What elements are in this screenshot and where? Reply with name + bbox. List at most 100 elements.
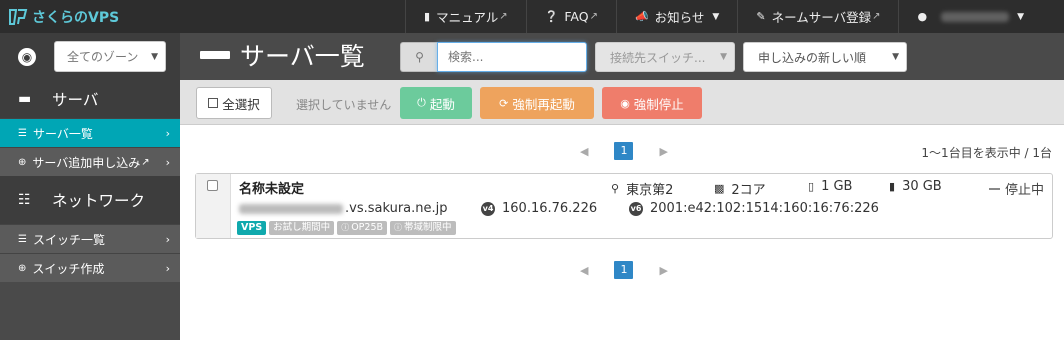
ipv4-badge: v4 (481, 201, 495, 216)
sidebar-section-network[interactable]: ☷ ネットワーク (0, 176, 180, 224)
sidebar: ◉ 全てのゾーン ▼ ▬ サーバ ☰ サーバ一覧 › ⊕ サーバ追加申し込み ↗ › … (0, 33, 180, 340)
server-name[interactable]: 名称未設定 (239, 178, 304, 197)
page-title-text: サーバ一覧 (240, 42, 365, 71)
nav-nameserver[interactable]: ✎ ネームサーバ登録 ↗ (737, 0, 898, 33)
server-storage-value: 30 GB (902, 179, 942, 194)
sidebar-item-label: サーバ一覧 (32, 126, 93, 141)
edit-icon: ✎ (756, 10, 766, 23)
server-card-select (196, 174, 231, 238)
server-cpu-value: 2コア (731, 183, 766, 198)
server-ipv6: v6 2001:e42:102:1514:160:16:76:226 (629, 201, 879, 216)
switch-filter-select[interactable]: 接続先スイッチ... ▼ (595, 42, 735, 72)
main-content: ◀ 1 ▶ 1〜1台目を表示中 / 1台 名称未設定 ⚲ 東京第2 ▩ 2コア … (180, 126, 1064, 340)
external-link-icon: ↗ (589, 11, 598, 22)
sidebar-item-server-list[interactable]: ☰ サーバ一覧 › (0, 118, 180, 147)
nav-nameserver-label: ネームサーバ登録 (771, 10, 872, 25)
sakura-logo-icon (9, 8, 28, 25)
server-checkbox[interactable] (207, 180, 218, 191)
select-all-label: 全選択 (222, 96, 260, 112)
list-icon: ☰ (18, 233, 27, 245)
nav-faq[interactable]: ❔ FAQ ↗ (525, 0, 616, 33)
nav-user-menu[interactable]: ● ▼ (898, 0, 1064, 33)
search-button[interactable]: ⚲ (400, 42, 438, 72)
chevron-left-icon[interactable]: ◀ (580, 264, 588, 277)
chevron-right-icon: › (165, 261, 170, 275)
sidebar-section-server[interactable]: ▬ サーバ (0, 80, 180, 118)
server-cpu: ▩ 2コア (714, 179, 766, 198)
question-icon: ❔ (544, 10, 559, 23)
book-icon: ▮ (424, 10, 431, 23)
page-button-current[interactable]: 1 (614, 142, 634, 160)
tag-trial: お試し期間中 (269, 221, 335, 235)
server-tags: VPS お試し期間中 ⓘ OP25B ⓘ 帯域制限中 (237, 221, 459, 235)
stop-circle-icon: ◉ (620, 96, 630, 110)
brand-name: さくらのVPS (32, 9, 120, 26)
page-button-current[interactable]: 1 (614, 261, 634, 279)
force-restart-label: 強制再起動 (512, 96, 575, 112)
caret-down-icon: ▼ (151, 51, 158, 62)
server-hostname: .vs.sakura.ne.jp (239, 201, 448, 216)
caret-down-icon: ▼ (712, 11, 720, 22)
chevron-right-icon: › (165, 232, 170, 246)
info-icon: ⓘ (394, 223, 402, 232)
sidebar-section-label: ネットワーク (52, 192, 146, 210)
chevron-right-icon[interactable]: ▶ (659, 145, 667, 158)
server-zone: ⚲ 東京第2 (611, 179, 673, 198)
server-icon: ▬ (18, 91, 32, 107)
start-label: 起動 (429, 96, 455, 112)
search-input[interactable] (437, 42, 587, 72)
server-icon (200, 51, 230, 59)
sidebar-item-label: スイッチ一覧 (32, 232, 105, 247)
chevron-right-icon[interactable]: ▶ (659, 264, 667, 277)
sidebar-item-switch-list[interactable]: ☰ スイッチ一覧 › (0, 224, 180, 253)
ipv4-value: 160.16.76.226 (502, 201, 598, 216)
memory-icon: ▯ (808, 180, 815, 193)
external-link-icon: ↗ (141, 156, 150, 168)
pagination-top: ◀ 1 ▶ (580, 142, 668, 160)
sidebar-item-label: スイッチ作成 (32, 261, 105, 276)
server-memory-value: 1 GB (821, 179, 853, 194)
server-card[interactable]: 名称未設定 ⚲ 東京第2 ▩ 2コア ▯ 1 GB ▮ 30 GB 停止中 .v… (195, 173, 1053, 239)
sidebar-item-add-server[interactable]: ⊕ サーバ追加申し込み ↗ › (0, 147, 180, 176)
globe-icon: ◉ (18, 47, 36, 66)
plus-circle-icon: ⊕ (18, 262, 27, 274)
server-ipv4: v4 160.16.76.226 (481, 201, 597, 216)
zone-select[interactable]: 全てのゾーン ▼ (54, 41, 166, 72)
caret-down-icon: ▼ (1017, 11, 1024, 22)
tag-bandwidth-label: 帯域制限中 (404, 222, 452, 233)
minus-icon (988, 187, 1000, 190)
selection-status: 選択していません (296, 98, 392, 112)
restart-icon: ⟳ (499, 96, 509, 110)
nav-notice-label: お知らせ (654, 10, 705, 25)
map-marker-icon: ⚲ (611, 182, 620, 195)
ipv6-badge: v6 (629, 201, 643, 216)
top-navbar: さくらのVPS ▮ マニュアル ↗ ❔ FAQ ↗ 📣 お知らせ ▼ ✎ ネーム… (0, 0, 1064, 33)
user-name-redacted (941, 11, 1010, 22)
tag-op25b: ⓘ OP25B (337, 221, 387, 235)
nav-notice[interactable]: 📣 お知らせ ▼ (615, 0, 737, 33)
brand-logo[interactable]: さくらのVPS (0, 0, 405, 33)
user-icon: ● (917, 10, 928, 23)
nav-manual-label: マニュアル (436, 10, 499, 25)
nav-manual[interactable]: ▮ マニュアル ↗ (405, 0, 526, 33)
force-restart-button[interactable]: ⟳ 強制再起動 (480, 87, 594, 119)
result-range: 1〜1台目を表示中 / 1台 (921, 146, 1052, 160)
sidebar-item-label: サーバ追加申し込み (32, 155, 141, 170)
plus-circle-icon: ⊕ (18, 156, 27, 168)
bullhorn-icon: 📣 (634, 10, 649, 23)
chevron-left-icon[interactable]: ◀ (580, 145, 588, 158)
hostname-redacted (239, 203, 343, 214)
sort-select[interactable]: 申し込みの新しい順 ▼ (743, 42, 907, 72)
select-all-button[interactable]: 全選択 (196, 87, 272, 119)
sidebar-section-label: サーバ (52, 91, 99, 109)
force-stop-button[interactable]: ◉ 強制停止 (602, 87, 702, 119)
zone-select-value: 全てのゾーン (67, 50, 139, 64)
sidebar-zone-bar: ◉ 全てのゾーン ▼ (0, 33, 180, 80)
checkbox-icon (208, 98, 219, 108)
tag-bandwidth-limit: ⓘ 帯域制限中 (390, 221, 456, 235)
chevron-right-icon: › (165, 126, 170, 140)
server-status: 停止中 (988, 179, 1044, 198)
sidebar-item-create-switch[interactable]: ⊕ スイッチ作成 › (0, 253, 180, 282)
start-button[interactable]: ⏻ 起動 (400, 87, 472, 119)
nav-faq-label: FAQ (564, 9, 589, 24)
